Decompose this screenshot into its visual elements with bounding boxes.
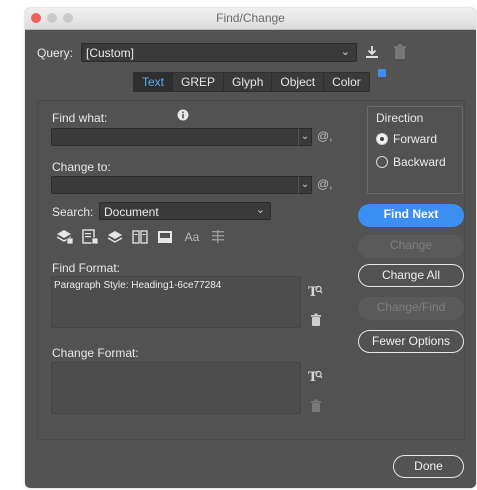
include-locked-stories-icon[interactable] [81, 229, 99, 245]
specify-find-format-icon[interactable]: T [307, 283, 323, 300]
search-scope-label: Search: [52, 205, 94, 219]
minimize-window-button[interactable] [47, 13, 57, 23]
find-change-window: Find/Change Query: [Custom] ⌄ Text GREP … [25, 8, 476, 488]
case-sensitive-icon[interactable]: Aa [181, 229, 203, 245]
find-next-button[interactable]: Find Next [358, 204, 464, 227]
direction-backward-label: Backward [393, 155, 446, 169]
find-format-label: Find Format: [52, 261, 121, 275]
find-format-box[interactable]: Paragraph Style: Heading1-6ce77284 [51, 276, 301, 328]
color-tab-indicator [378, 69, 386, 77]
change-to-history-dropdown[interactable]: ⌄ [298, 176, 312, 194]
tab-text[interactable]: Text [134, 73, 174, 91]
find-what-label: Find what: [52, 111, 108, 125]
find-what-history-dropdown[interactable]: ⌄ [298, 128, 312, 146]
change-to-label: Change to: [52, 160, 111, 174]
chevron-down-icon: ⌄ [255, 204, 265, 216]
tab-glyph[interactable]: Glyph [224, 73, 273, 91]
change-format-label: Change Format: [52, 346, 139, 360]
direction-group: Direction Forward Backward [367, 106, 463, 194]
clear-change-format-icon[interactable] [310, 399, 322, 413]
maximize-window-button[interactable] [63, 13, 73, 23]
chevron-down-icon: ⌄ [340, 46, 350, 58]
change-format-box[interactable] [51, 362, 301, 414]
query-value: [Custom] [86, 46, 135, 60]
radio-selected-icon [376, 133, 388, 145]
change-button[interactable]: Change [358, 235, 464, 258]
include-locked-layers-icon[interactable] [56, 229, 74, 245]
query-select[interactable]: [Custom] ⌄ [81, 43, 357, 62]
direction-label: Direction [376, 111, 424, 125]
clear-find-format-icon[interactable] [310, 313, 322, 327]
search-scope-select[interactable]: Document ⌄ [99, 202, 271, 220]
search-type-tabs: Text GREP Glyph Object Color [133, 72, 370, 92]
change-all-button[interactable]: Change All [358, 264, 464, 287]
tab-color[interactable]: Color [324, 73, 369, 91]
whole-word-icon[interactable] [209, 229, 227, 245]
title-bar: Find/Change [25, 8, 476, 30]
window-title: Find/Change [216, 11, 285, 25]
change-to-input[interactable] [51, 176, 299, 194]
include-footnotes-icon[interactable] [156, 229, 174, 245]
at-symbol-icon[interactable]: @, [317, 129, 333, 143]
trash-icon[interactable] [392, 43, 408, 61]
fewer-options-button[interactable]: Fewer Options [358, 330, 464, 353]
radio-unselected-icon [376, 156, 388, 168]
search-scope-value: Document [104, 205, 159, 219]
close-window-button[interactable] [31, 13, 41, 23]
query-label: Query: [37, 46, 74, 60]
tab-object[interactable]: Object [272, 73, 325, 91]
info-icon[interactable] [177, 109, 189, 121]
done-button[interactable]: Done [393, 455, 464, 478]
save-query-icon[interactable] [363, 43, 381, 61]
include-master-pages-icon[interactable] [131, 229, 149, 245]
change-find-button[interactable]: Change/Find [358, 297, 464, 320]
tab-grep[interactable]: GREP [173, 73, 225, 91]
include-hidden-layers-icon[interactable] [106, 229, 124, 245]
specify-change-format-icon[interactable]: T [307, 368, 323, 385]
at-symbol-icon[interactable]: @, [317, 177, 333, 191]
find-format-value: Paragraph Style: Heading1-6ce77284 [54, 280, 222, 291]
find-what-input[interactable] [51, 128, 299, 146]
direction-forward-label: Forward [393, 132, 438, 146]
